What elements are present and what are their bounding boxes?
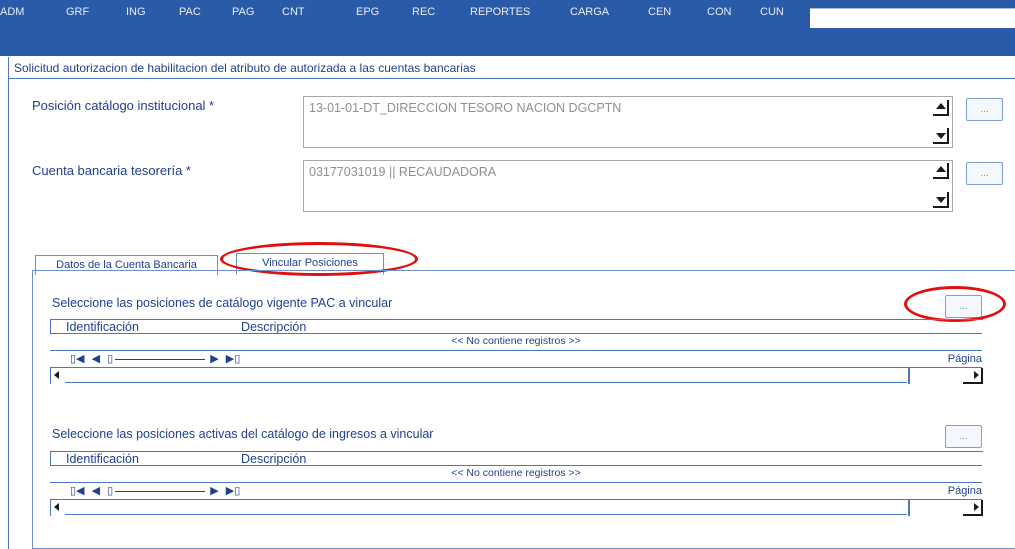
scroll-right-icon[interactable] <box>974 371 979 379</box>
highlight-ellipse <box>904 286 1006 322</box>
menu-item-reportes[interactable]: REPORTES <box>470 6 530 18</box>
column-descripcion[interactable]: Descripción <box>241 452 306 466</box>
scroll-track[interactable] <box>65 382 907 383</box>
income-add-button[interactable]: ... <box>945 425 982 448</box>
scroll-left-icon[interactable] <box>54 503 59 511</box>
grid-empty-message: << No contiene registros >> <box>451 335 581 347</box>
page-slider-handle-icon[interactable]: ▯ <box>107 485 113 497</box>
menu-item-epg[interactable]: EPG <box>356 6 379 18</box>
page-label: Página <box>947 353 982 365</box>
first-page-icon[interactable]: ▯◀ <box>70 485 85 497</box>
pac-grid: Identificación Descripción << No contien… <box>50 319 983 409</box>
last-page-icon[interactable]: ▶▯ <box>226 485 241 497</box>
pac-section-label: Seleccione las posiciones de catálogo vi… <box>52 296 393 310</box>
header-band <box>0 28 1015 56</box>
page-slider-track[interactable] <box>115 358 206 360</box>
menu-item-pac[interactable]: PAC <box>179 6 201 18</box>
scroll-right-icon[interactable] <box>974 503 979 511</box>
column-identificacion[interactable]: Identificación <box>66 452 139 466</box>
scroll-left-icon[interactable] <box>54 371 59 379</box>
pager: ▯◀ ◀ ▯ ▶ ▶▯ <box>70 484 240 498</box>
menu-item-carga[interactable]: CARGA <box>570 6 609 18</box>
menu-bar-extension <box>810 0 1015 8</box>
prev-page-icon[interactable]: ◀ <box>92 485 100 497</box>
catalog-position-label: Posición catálogo institucional * <box>32 98 215 113</box>
column-identificacion[interactable]: Identificación <box>66 320 139 334</box>
scroll-thumb[interactable] <box>908 368 910 384</box>
next-page-icon[interactable]: ▶ <box>210 353 218 365</box>
menu-item-con[interactable]: CON <box>707 6 731 18</box>
last-page-icon[interactable]: ▶▯ <box>226 353 241 365</box>
pager: ▯◀ ◀ ▯ ▶ ▶▯ <box>70 352 240 366</box>
horizontal-scrollbar[interactable] <box>50 368 983 384</box>
page-label: Página <box>947 485 982 497</box>
menu-item-ing[interactable]: ING <box>126 6 146 18</box>
menu-divider <box>810 8 1015 9</box>
bank-account-field[interactable]: 03177031019 || RECAUDADORA <box>303 160 953 212</box>
page-slider-handle-icon[interactable]: ▯ <box>107 353 113 365</box>
bank-account-label: Cuenta bancaria tesorería * <box>32 163 191 178</box>
grid-header: Identificación Descripción <box>50 319 983 334</box>
grid-empty-message: << No contiene registros >> <box>451 467 581 479</box>
grid-divider <box>50 333 982 334</box>
menu-item-grf[interactable]: GRF <box>66 6 89 18</box>
menu-item-rec[interactable]: REC <box>412 6 435 18</box>
income-section-label: Seleccione las posiciones activas del ca… <box>52 427 434 441</box>
income-grid: Identificación Descripción << No contien… <box>50 451 983 541</box>
bank-account-search-button[interactable]: ... <box>966 162 1003 185</box>
top-menu-bar: ADM GRF ING PAC PAG CNT EPG REC REPORTES… <box>0 0 810 28</box>
page-slider-track[interactable] <box>115 490 206 492</box>
scroll-down-icon[interactable] <box>933 128 949 144</box>
scroll-edge <box>963 514 983 516</box>
form-title: Solicitud autorizacion de habilitacion d… <box>14 61 476 75</box>
next-page-icon[interactable]: ▶ <box>210 485 218 497</box>
scroll-track[interactable] <box>65 514 907 515</box>
menu-item-cen[interactable]: CEN <box>648 6 671 18</box>
first-page-icon[interactable]: ▯◀ <box>70 353 85 365</box>
catalog-position-search-button[interactable]: ... <box>966 98 1003 121</box>
menu-item-cun[interactable]: CUN <box>760 6 784 18</box>
title-divider <box>8 78 1015 79</box>
grid-divider <box>50 482 982 483</box>
grid-header: Identificación Descripción <box>50 451 983 466</box>
menu-item-pag[interactable]: PAG <box>232 6 254 18</box>
horizontal-scrollbar[interactable] <box>50 500 983 516</box>
menu-item-adm[interactable]: ADM <box>0 6 24 18</box>
menu-item-cnt[interactable]: CNT <box>282 6 305 18</box>
scroll-up-icon[interactable] <box>933 163 949 179</box>
grid-divider <box>50 465 982 466</box>
scroll-down-icon[interactable] <box>933 192 949 208</box>
scroll-up-icon[interactable] <box>933 100 949 116</box>
column-descripcion[interactable]: Descripción <box>241 320 306 334</box>
grid-divider <box>50 350 982 351</box>
catalog-position-field[interactable]: 13-01-01-DT_DIRECCION TESORO NACION DGCP… <box>303 96 953 148</box>
prev-page-icon[interactable]: ◀ <box>92 353 100 365</box>
scroll-edge <box>963 382 983 384</box>
scroll-thumb[interactable] <box>908 500 910 516</box>
